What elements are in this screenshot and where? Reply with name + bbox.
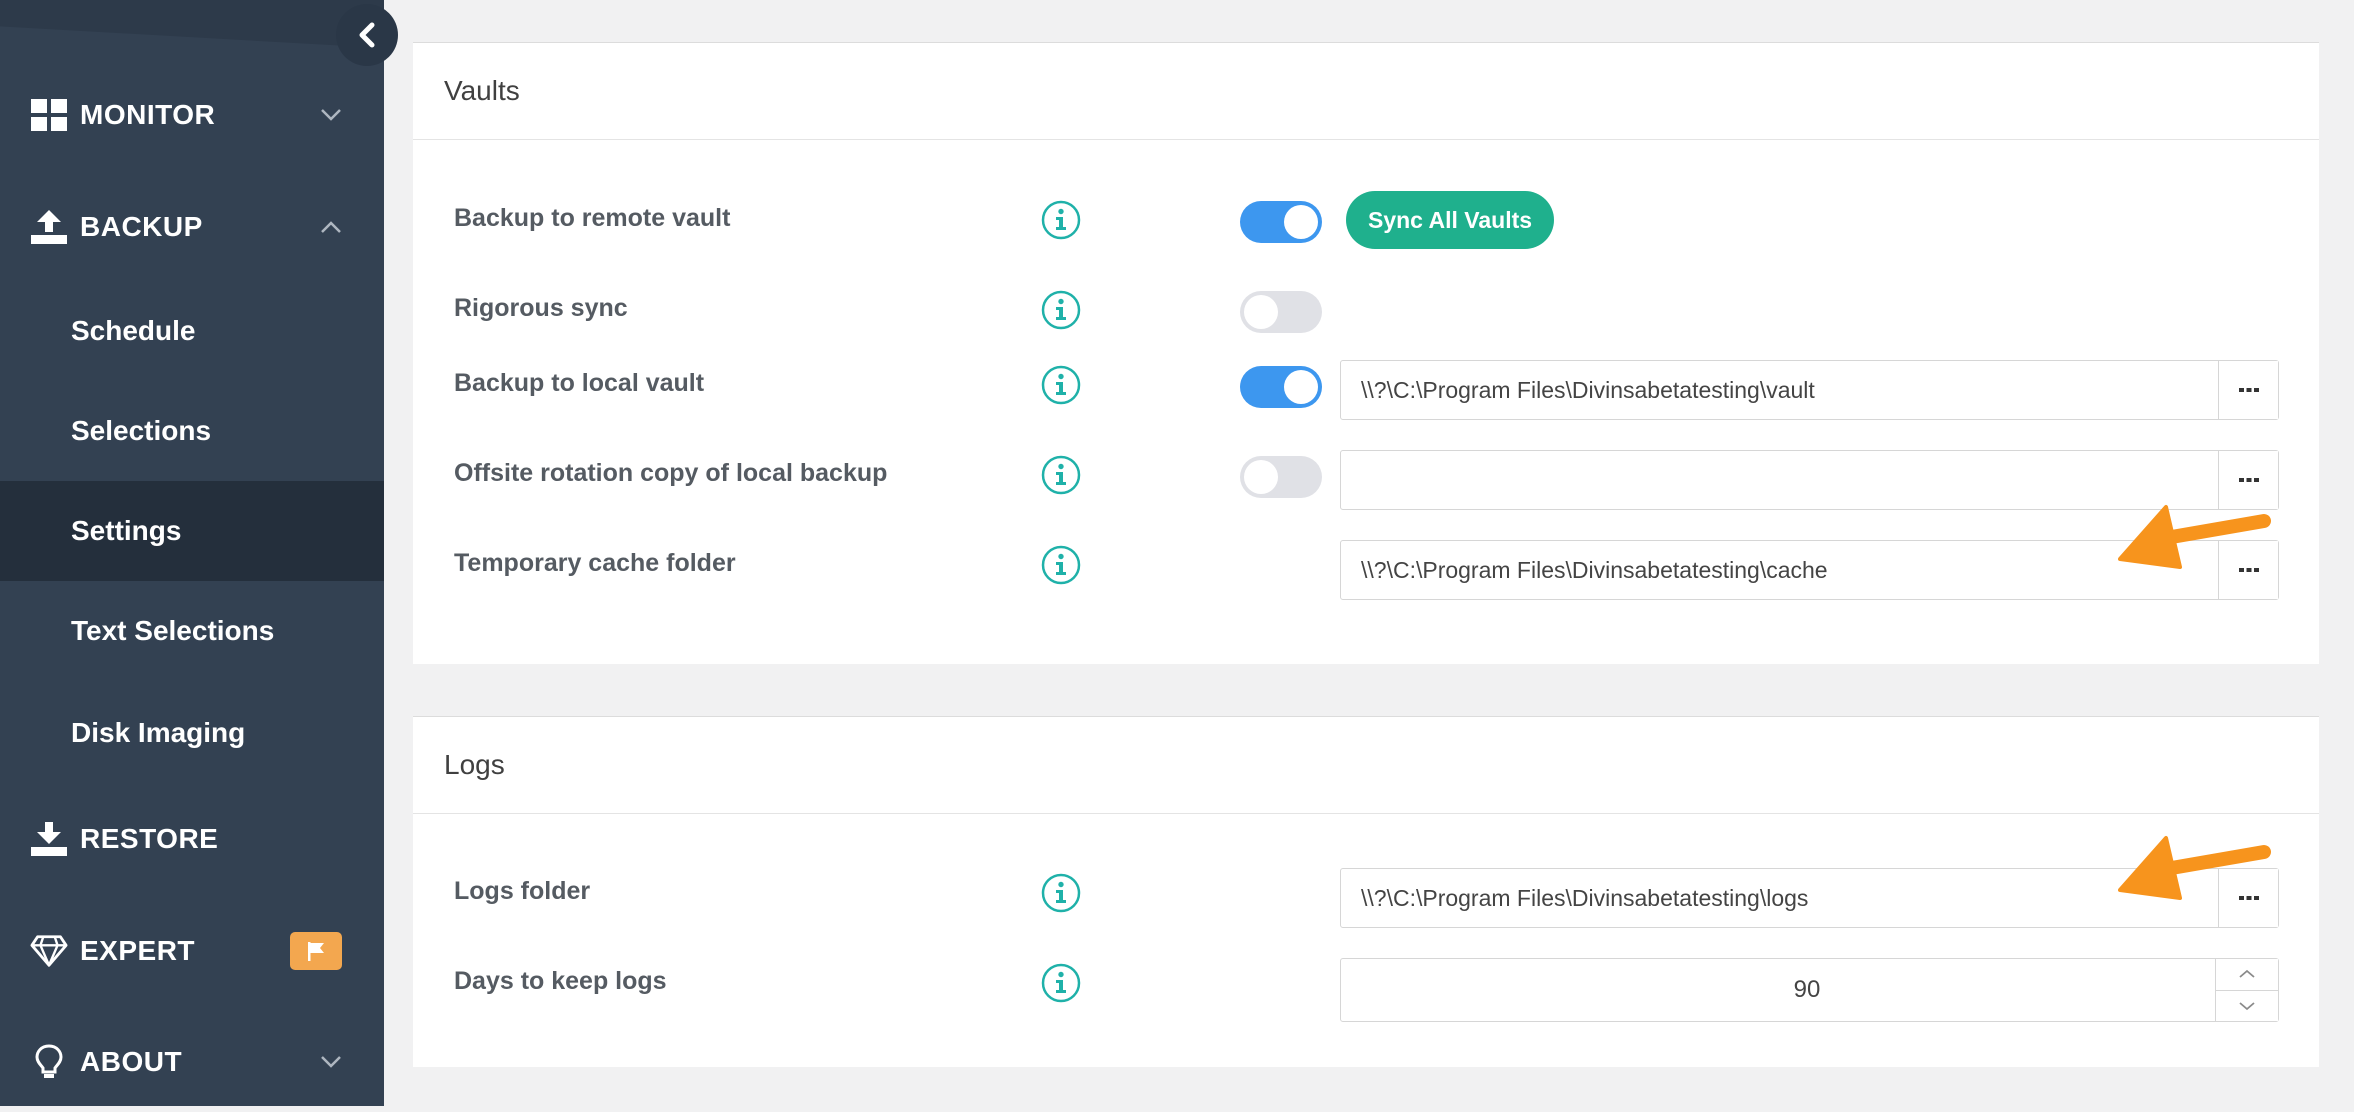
days-keep-logs-label: Days to keep logs [454, 967, 667, 995]
logs-path-input[interactable] [1341, 869, 2218, 927]
rigorous-sync-toggle[interactable] [1240, 291, 1322, 333]
info-icon[interactable] [1040, 289, 1082, 331]
remote-vault-row: Backup to remote vault Sync All Vaults [413, 191, 2319, 261]
sidebar-header-shape [0, 0, 384, 48]
nav-restore-label: RESTORE [80, 823, 219, 854]
nav-backup-label: BACKUP [80, 211, 203, 242]
vaults-title: Vaults [444, 75, 520, 106]
rigorous-sync-label: Rigorous sync [454, 294, 628, 322]
info-icon[interactable] [1040, 364, 1082, 406]
sidebar-collapse-button[interactable] [336, 4, 398, 66]
browse-button[interactable] [2218, 361, 2278, 419]
annotation-arrow-icon [2118, 505, 2271, 569]
sidebar-item-schedule[interactable]: Schedule [0, 281, 384, 381]
nav-expert[interactable]: EXPERT [0, 901, 384, 1001]
chevron-down-icon [318, 102, 344, 128]
upload-icon [30, 208, 68, 246]
ellipsis-icon [2238, 388, 2259, 392]
sync-all-vaults-button[interactable]: Sync All Vaults [1346, 191, 1555, 249]
toggle-knob [1284, 205, 1318, 239]
rigorous-sync-row: Rigorous sync [413, 289, 2319, 351]
offsite-path-input[interactable] [1341, 451, 2218, 509]
days-keep-logs-stepper [1340, 958, 2279, 1022]
ellipsis-icon [2238, 478, 2259, 482]
sidebar-item-text-selections[interactable]: Text Selections [0, 581, 384, 681]
diamond-icon [30, 932, 68, 970]
local-vault-path-input[interactable] [1341, 361, 2218, 419]
local-vault-toggle[interactable] [1240, 366, 1322, 408]
days-keep-logs-input[interactable] [1341, 959, 2215, 1021]
local-vault-label: Backup to local vault [454, 369, 705, 397]
chevron-down-icon [318, 1049, 344, 1075]
chevron-down-icon [2239, 1002, 2255, 1010]
nav-backup[interactable]: BACKUP [0, 177, 384, 277]
sidebar-item-disk-imaging[interactable]: Disk Imaging [0, 683, 384, 783]
sidebar: MONITOR BACKUP Schedule Selections Setti… [0, 0, 398, 1106]
logs-title: Logs [444, 749, 505, 780]
info-icon[interactable] [1040, 454, 1082, 496]
nav-monitor[interactable]: MONITOR [0, 65, 384, 165]
vaults-panel: Vaults Backup to remote vault Sync All V… [413, 42, 2319, 664]
chevron-left-icon [359, 22, 375, 48]
nav-about-label: ABOUT [80, 1046, 183, 1077]
remote-vault-toggle[interactable] [1240, 201, 1322, 243]
cache-folder-label: Temporary cache folder [454, 549, 736, 577]
annotation-arrow-icon [2118, 836, 2271, 900]
chevron-up-icon [318, 214, 344, 240]
info-icon[interactable] [1040, 199, 1082, 241]
dashboard-icon [30, 96, 68, 134]
download-icon [30, 820, 68, 858]
logs-panel-header: Logs [413, 717, 2319, 814]
sidebar-item-label: Selections [71, 415, 212, 446]
stepper-buttons [2215, 959, 2278, 1021]
days-keep-logs-row: Days to keep logs [413, 958, 2319, 1024]
offsite-rotation-label: Offsite rotation copy of local backup [454, 459, 888, 487]
logs-folder-row: Logs folder [413, 868, 2319, 934]
sidebar-item-label: Text Selections [71, 615, 275, 646]
sidebar-item-selections[interactable]: Selections [0, 381, 384, 481]
local-vault-row: Backup to local vault [413, 360, 2319, 426]
nav-monitor-label: MONITOR [80, 99, 216, 130]
local-vault-path-group [1340, 360, 2279, 420]
nav-about[interactable]: ABOUT [0, 1012, 384, 1112]
info-icon[interactable] [1040, 872, 1082, 914]
nav-restore[interactable]: RESTORE [0, 789, 384, 889]
nav-expert-label: EXPERT [80, 935, 196, 966]
offsite-rotation-toggle[interactable] [1240, 456, 1322, 498]
vaults-panel-header: Vaults [413, 43, 2319, 140]
sidebar-item-label: Settings [71, 515, 182, 546]
sidebar-item-label: Disk Imaging [71, 717, 246, 748]
sidebar-item-label: Schedule [71, 315, 196, 346]
sidebar-item-settings[interactable]: Settings [0, 481, 384, 581]
cache-path-input[interactable] [1341, 541, 2218, 599]
logs-folder-label: Logs folder [454, 877, 591, 905]
lightbulb-icon [30, 1043, 68, 1081]
logs-panel: Logs Logs folder Days to keep logs [413, 716, 2319, 1067]
cache-folder-row: Temporary cache folder [413, 540, 2319, 606]
toggle-knob [1244, 295, 1278, 329]
increment-button[interactable] [2216, 959, 2278, 990]
info-icon[interactable] [1040, 544, 1082, 586]
offsite-rotation-row: Offsite rotation copy of local backup [413, 450, 2319, 516]
chevron-up-icon [2239, 970, 2255, 978]
toggle-knob [1284, 370, 1318, 404]
toggle-knob [1244, 460, 1278, 494]
info-icon[interactable] [1040, 962, 1082, 1004]
remote-vault-label: Backup to remote vault [454, 204, 731, 232]
decrement-button[interactable] [2216, 989, 2278, 1021]
flag-icon [290, 932, 342, 970]
